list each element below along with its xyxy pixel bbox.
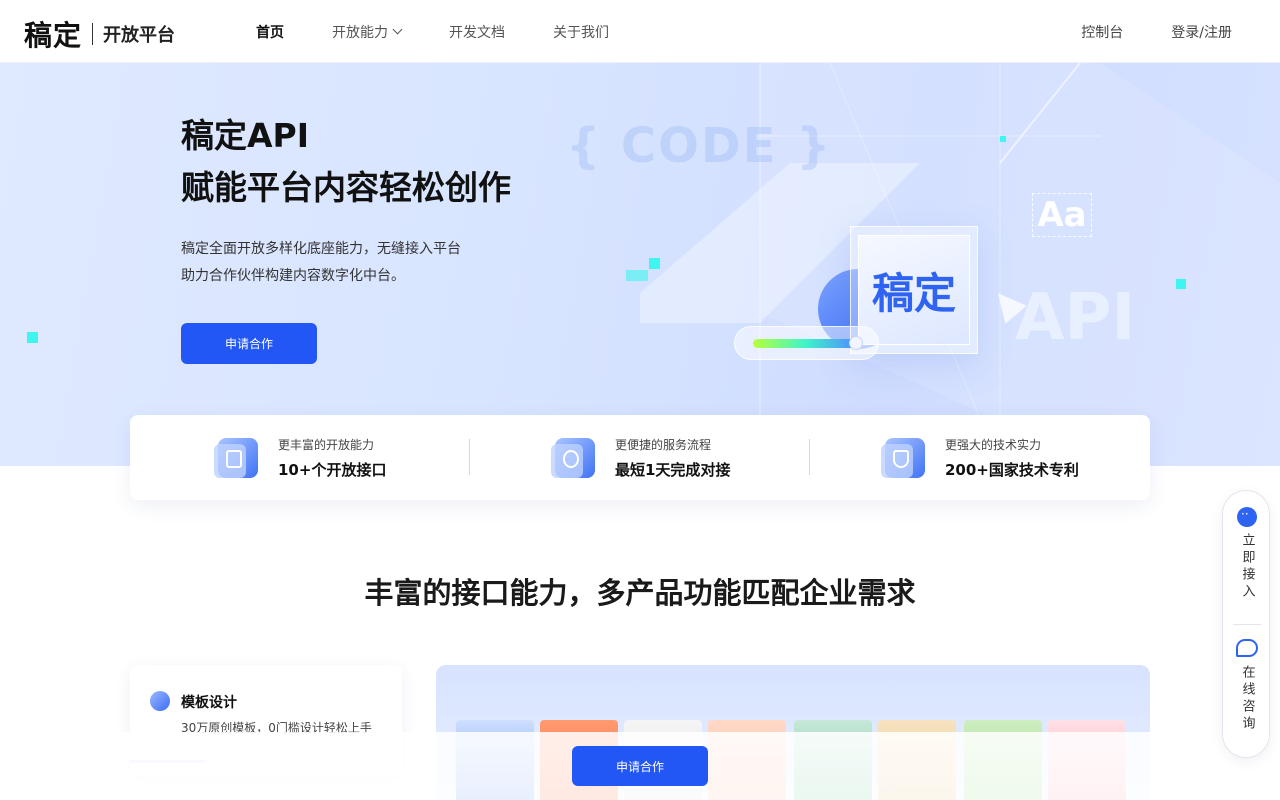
slider-track [753,339,857,348]
stat-divider [809,439,810,475]
nav-docs[interactable]: 开发文档 [449,22,505,42]
stat-caption: 更丰富的开放能力 [278,437,375,452]
console-link[interactable]: 控制台 [1081,22,1123,42]
section-title: 丰富的接口能力，多产品功能匹配企业需求 [364,576,916,610]
stat-item: 更丰富的开放能力 10+个开放接口 [214,415,387,500]
api-decor-text: API [1015,281,1136,355]
stat-value: 10+个开放接口 [278,460,387,479]
pixel-decor [626,270,648,281]
chevron-down-icon [392,24,403,35]
side-divider [1233,624,1261,625]
side-consult-button[interactable]: 在线咨询 [1223,639,1271,733]
login-register-link[interactable]: 登录/注册 [1171,22,1232,42]
stat-value: 200+国家技术专利 [945,460,1079,479]
slider-knob [849,336,863,350]
side-float-panel: 立即接入 在线咨询 [1222,490,1270,758]
user-icon [551,437,595,478]
pixel-decor [649,258,660,269]
stat-item: 更便捷的服务流程 最短1天完成对接 [551,415,731,500]
hero-subtitle: 赋能平台内容轻松创作 [181,168,511,207]
hero-banner: { CODE } API Aa 稿定 稿定API 赋能平台内容轻松创作 稿定全面… [0,63,1280,466]
code-decor-text: { CODE } [566,118,833,174]
pixel-decor [1000,136,1006,142]
logo-divider [92,23,94,45]
document-icon [214,437,258,478]
slider-decor [734,326,879,360]
hero-description-line2: 助力合作伙伴构建内容数字化中台。 [181,268,405,284]
side-access-label: 立即接入 [1239,533,1255,601]
top-header: 稿定 开放平台 首页 开放能力 开发文档 关于我们 控制台 登录/注册 [0,0,1280,63]
hero-title: 稿定API [181,116,310,155]
shield-icon [881,437,925,478]
bottom-apply-cooperation-button[interactable]: 申请合作 [572,746,708,786]
stat-value: 最短1天完成对接 [615,460,731,479]
logo[interactable]: 稿定 开放平台 [24,14,175,54]
cube-logo-decor: 稿定 [858,235,970,345]
stat-caption: 更便捷的服务流程 [615,437,712,452]
stats-card: 更丰富的开放能力 10+个开放接口 更便捷的服务流程 最短1天完成对接 更强大的… [130,415,1150,500]
logo-subtitle: 开放平台 [103,25,176,46]
nav-home[interactable]: 首页 [256,22,284,42]
header-actions: 控制台 登录/注册 [1033,0,1232,63]
pixel-decor [27,332,38,343]
nav-open-capabilities-label: 开放能力 [332,24,388,41]
stat-divider [469,439,470,475]
hero-description-line1: 稿定全面开放多样化底座能力，无缝接入平台 [181,241,461,257]
stat-item: 更强大的技术实力 200+国家技术专利 [881,415,1079,500]
side-consult-label: 在线咨询 [1239,665,1255,733]
apply-cooperation-button[interactable]: 申请合作 [181,323,317,364]
logo-text: 稿定 [24,19,83,52]
nav-about[interactable]: 关于我们 [553,22,609,42]
feature-title: 模板设计 [181,695,237,711]
main-nav: 首页 开放能力 开发文档 关于我们 [256,0,657,63]
stat-caption: 更强大的技术实力 [945,437,1042,452]
nav-open-capabilities[interactable]: 开放能力 [332,22,403,42]
font-aa-icon: Aa [1032,193,1092,237]
chat-bubble-icon [1237,507,1257,527]
chat-icon [1236,639,1258,657]
template-design-icon [150,691,170,711]
side-access-button[interactable]: 立即接入 [1223,507,1271,601]
pixel-decor [1176,279,1186,289]
